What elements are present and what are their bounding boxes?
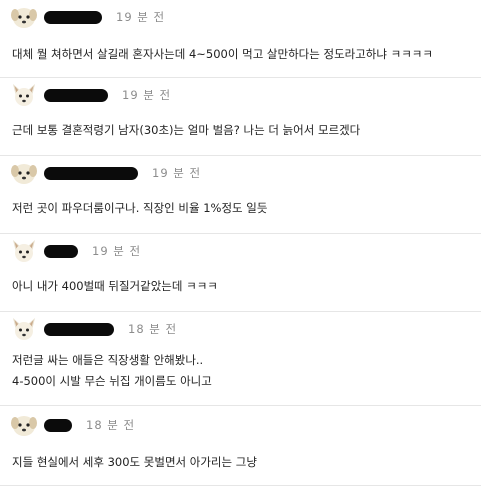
comment-header: 18 분 전 (10, 412, 135, 438)
comment-text: 저런 곳이 파우더룸이구나. 직장인 비율 1%정도 일듯 (12, 198, 267, 219)
comment-header: 19 분 전 (10, 82, 171, 108)
fox-avatar-icon[interactable] (10, 82, 38, 108)
comment-header: 19 분 전 (10, 238, 141, 264)
redacted-username[interactable] (44, 322, 114, 336)
comment-text: 지들 현실에서 세후 300도 못벌면서 아가리는 그냥 (12, 452, 257, 473)
white-puppy-avatar-icon[interactable] (10, 160, 38, 186)
comment-item: 18 분 전 지들 현실에서 세후 300도 못벌면서 아가리는 그냥 (0, 406, 481, 486)
redacted-username[interactable] (44, 418, 72, 432)
comment-text: 대체 뭘 쳐하면서 살길래 혼자사는데 4~500이 먹고 살만하다는 정도라고… (12, 44, 433, 65)
comment-text: 저런글 싸는 애들은 직장생활 안해봤나.. 4-500이 시발 무슨 뉘집 개… (12, 350, 212, 392)
comment-line: 아니 내가 400벌때 뒤질거같았는데 ㅋㅋㅋ (12, 279, 218, 293)
redacted-username[interactable] (44, 166, 138, 180)
comment-time: 19 분 전 (116, 10, 166, 24)
comment-time: 19 분 전 (122, 88, 172, 102)
comment-line: 근데 보통 결혼적령기 남자(30초)는 얼마 벌음? 나는 더 늙어서 모르겠… (12, 123, 361, 137)
comment-line: 저런글 싸는 애들은 직장생활 안해봤나.. (12, 353, 204, 367)
fox-avatar-icon[interactable] (10, 316, 38, 342)
fox-avatar-icon[interactable] (10, 238, 38, 264)
comment-line: 저런 곳이 파우더룸이구나. 직장인 비율 1%정도 일듯 (12, 201, 268, 215)
white-puppy-avatar-icon[interactable] (10, 4, 38, 30)
comment-text: 근데 보통 결혼적령기 남자(30초)는 얼마 벌음? 나는 더 늙어서 모르겠… (12, 120, 360, 141)
redacted-username[interactable] (44, 244, 78, 258)
comment-item: 19 분 전 근데 보통 결혼적령기 남자(30초)는 얼마 벌음? 나는 더 … (0, 78, 481, 156)
comment-item: 18 분 전 저런글 싸는 애들은 직장생활 안해봤나.. 4-500이 시발 … (0, 312, 481, 406)
comment-line: 4-500이 시발 무슨 뉘집 개이름도 아니고 (12, 374, 212, 388)
comment-line: 대체 뭘 쳐하면서 살길래 혼자사는데 4~500이 먹고 살만하다는 정도라고… (12, 47, 433, 61)
redacted-username[interactable] (44, 10, 102, 24)
comment-line: 지들 현실에서 세후 300도 못벌면서 아가리는 그냥 (12, 455, 257, 469)
comment-item: 19 분 전 대체 뭘 쳐하면서 살길래 혼자사는데 4~500이 먹고 살만하… (0, 0, 481, 78)
white-puppy-avatar-icon[interactable] (10, 412, 38, 438)
comment-text: 아니 내가 400벌때 뒤질거같았는데 ㅋㅋㅋ (12, 276, 218, 297)
comment-time: 19 분 전 (92, 244, 142, 258)
redacted-username[interactable] (44, 88, 108, 102)
comment-header: 18 분 전 (10, 316, 177, 342)
comment-item: 19 분 전 저런 곳이 파우더룸이구나. 직장인 비율 1%정도 일듯 (0, 156, 481, 234)
comment-item: 19 분 전 아니 내가 400벌때 뒤질거같았는데 ㅋㅋㅋ (0, 234, 481, 312)
comment-time: 19 분 전 (152, 166, 202, 180)
comment-time: 18 분 전 (128, 322, 178, 336)
comment-header: 19 분 전 (10, 160, 201, 186)
comment-time: 18 분 전 (86, 418, 136, 432)
comment-header: 19 분 전 (10, 4, 165, 30)
